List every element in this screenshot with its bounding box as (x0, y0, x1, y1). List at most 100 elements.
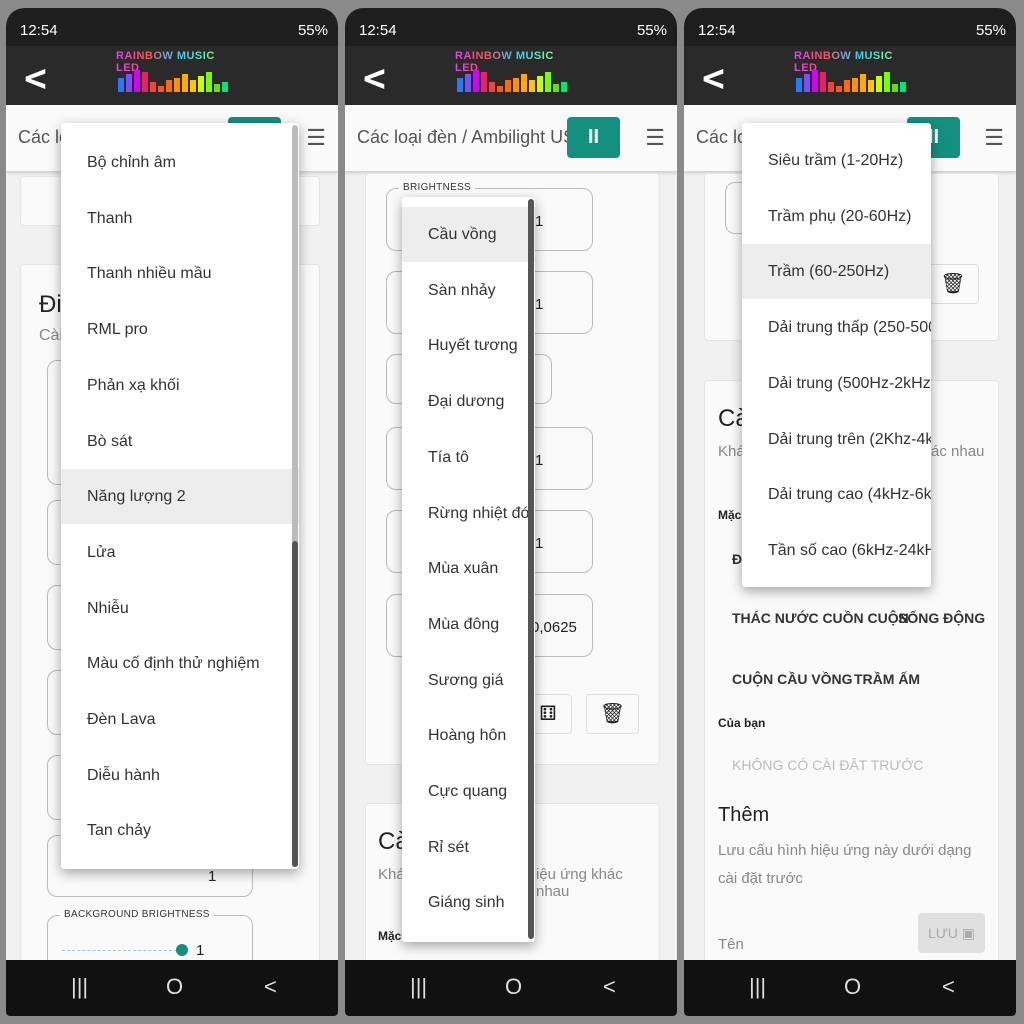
chevron-left-icon[interactable]: < (702, 56, 725, 100)
equalizer-bar (820, 72, 826, 92)
back-button[interactable]: < (942, 974, 955, 1000)
field-value: 0,0625 (531, 619, 577, 636)
home-button[interactable]: O (166, 974, 183, 1000)
scrollbar-thumb[interactable] (292, 541, 298, 867)
system-nav-bar: ||| O < (345, 960, 677, 1016)
menu-item[interactable]: Năng lượng 2 (61, 469, 299, 525)
equalizer-bar (473, 70, 479, 92)
status-time: 12:54 (698, 22, 736, 39)
menu-item[interactable]: Dải trung (500Hz-2kHz) (742, 356, 931, 411)
equalizer-bar (134, 70, 140, 92)
status-time: 12:54 (20, 22, 58, 39)
menu-item[interactable]: Sương giá (402, 653, 535, 708)
menu-item[interactable]: Màu cố định thử nghiệm (61, 636, 299, 691)
menu-item[interactable]: Rỉ sét (402, 820, 535, 875)
equalizer-bar (465, 74, 471, 92)
status-bar: 12:54 55% (6, 8, 338, 46)
status-bar: 12:54 55% (345, 8, 677, 46)
system-nav-bar: ||| O < (684, 960, 1016, 1016)
phone-screen-2: 12:54 55% < RAINBOW MUSIC LED Các loại đèn… (345, 8, 677, 1016)
menu-icon[interactable]: ☰ (984, 125, 1004, 151)
preset-button[interactable]: SỐNG ĐỘNG (898, 610, 985, 626)
equalizer-bar (166, 80, 172, 92)
menu-item[interactable]: Rừng nhiệt đới (402, 486, 535, 541)
card-subtitle: Khá (378, 866, 405, 883)
menu-item[interactable]: Đại dương (402, 374, 535, 429)
equalizer-bar (812, 70, 818, 92)
equalizer-bar (497, 86, 503, 92)
menu-item[interactable]: Huyết tương (402, 318, 535, 373)
card-subtitle: Khá (718, 443, 745, 460)
equalizer-bar (844, 80, 850, 92)
menu-item[interactable]: Mùa xuân (402, 541, 535, 596)
menu-item[interactable]: Giáng sinh (402, 875, 535, 930)
menu-item[interactable]: Mùa đông (402, 597, 535, 652)
pause-button[interactable]: II (567, 117, 620, 158)
slider-thumb[interactable] (176, 944, 188, 956)
back-button[interactable]: < (264, 974, 277, 1000)
equalizer-bar (481, 72, 487, 92)
recents-button[interactable]: ||| (410, 974, 427, 1000)
back-button[interactable]: < (603, 974, 616, 1000)
field-value: 1 (535, 452, 544, 469)
menu-item[interactable]: Tía tô (402, 430, 535, 485)
menu-item[interactable]: RML pro (61, 302, 299, 357)
menu-item[interactable]: Bò sát (61, 414, 299, 469)
name-field[interactable]: Tên (718, 936, 744, 953)
equalizer-bar (852, 78, 858, 92)
equalizer-bar (222, 82, 228, 92)
floppy-disk-icon: ▣ (961, 925, 975, 941)
chevron-left-icon[interactable]: < (24, 56, 47, 100)
trash-button[interactable]: 🗑 (586, 694, 639, 734)
card-heading: Đi (39, 291, 62, 318)
equalizer-bar (836, 86, 842, 92)
menu-item[interactable]: Cầu vồng (402, 207, 535, 262)
card-subtitle: Cài (39, 327, 64, 344)
menu-item[interactable]: Thanh nhiều mầu (61, 246, 299, 301)
home-button[interactable]: O (505, 974, 522, 1000)
field-label: BACKGROUND BRIGHTNESS (60, 909, 214, 920)
home-button[interactable]: O (844, 974, 861, 1000)
equalizer-bar (521, 74, 527, 92)
menu-item[interactable]: Dải trung cao (4kHz-6kHz) (742, 467, 931, 522)
equalizer-bar (150, 82, 156, 92)
slider-track[interactable] (62, 950, 182, 951)
menu-item[interactable]: Thanh (61, 191, 299, 246)
menu-icon[interactable]: ☰ (306, 125, 326, 151)
equalizer-bar (198, 76, 204, 92)
preset-button[interactable]: CUỘN CẦU VỒNG (732, 671, 853, 687)
scrollbar-thumb[interactable] (528, 199, 534, 939)
recents-button[interactable]: ||| (749, 974, 766, 1000)
menu-item[interactable]: Cực quang (402, 764, 535, 819)
chevron-left-icon[interactable]: < (363, 56, 386, 100)
menu-item[interactable]: Siêu trầm (1-20Hz) (742, 133, 931, 188)
menu-item[interactable]: Lửa (61, 525, 299, 580)
menu-item[interactable]: Tần số cao (6kHz-24kHz) (742, 523, 931, 578)
menu-icon[interactable]: ☰ (645, 125, 665, 151)
no-presets-text: KHÔNG CÓ CÀI ĐẶT TRƯỚC (732, 757, 924, 773)
equalizer-bar (513, 78, 519, 92)
menu-item[interactable]: Diễu hành (61, 748, 299, 803)
app-header: < RAINBOW MUSIC LED (6, 46, 338, 106)
menu-item[interactable]: Dải trung trên (2Khz-4kHz) (742, 412, 931, 467)
menu-item[interactable]: Đèn Lava (61, 692, 299, 747)
trash-button[interactable]: 🗑 (927, 264, 979, 304)
preset-button[interactable]: TRẦM ẤM (854, 671, 920, 687)
menu-item[interactable]: Hoàng hôn (402, 708, 535, 763)
menu-item[interactable]: Sàn nhảy (402, 263, 535, 318)
menu-item[interactable]: Bộ chỉnh âm (61, 135, 299, 190)
equalizer-bar (553, 84, 559, 92)
save-button[interactable]: LƯU ▣ (918, 913, 985, 953)
menu-item[interactable]: Phản xạ khối (61, 358, 299, 413)
preset-button[interactable]: THÁC NƯỚC CUỒN CUỘN (732, 610, 909, 626)
app-logo: RAINBOW MUSIC LED (455, 50, 575, 100)
menu-item[interactable]: Trầm (60-250Hz) (742, 244, 931, 300)
equalizer-bar (158, 86, 164, 92)
menu-item[interactable]: Nhiễu (61, 581, 299, 636)
recents-button[interactable]: ||| (71, 974, 88, 1000)
menu-item[interactable]: Trầm phụ (20-60Hz) (742, 189, 931, 244)
system-nav-bar: ||| O < (6, 960, 338, 1016)
menu-item[interactable]: Dải trung thấp (250-500Hz) (742, 300, 931, 355)
equalizer-bar (884, 72, 890, 92)
menu-item[interactable]: Tan chảy (61, 803, 299, 858)
